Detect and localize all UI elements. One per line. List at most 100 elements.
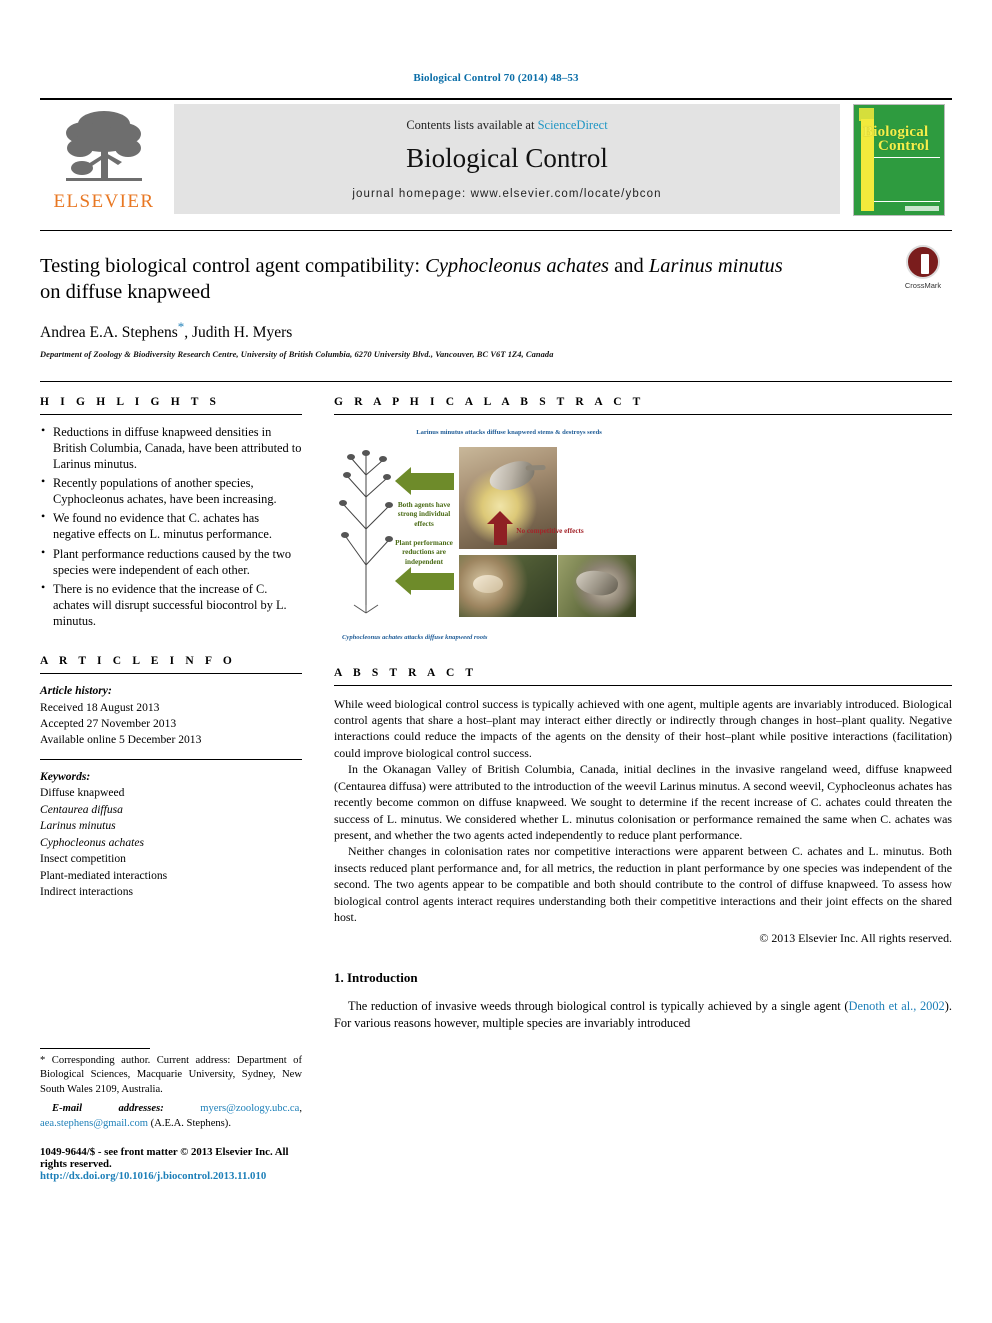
author-list: Andrea E.A. Stephens*, Judith H. Myers [40, 319, 952, 342]
graphical-abstract-rule [334, 413, 952, 415]
article-history: Article history: Received 18 August 2013… [40, 683, 302, 749]
journal-homepage-link[interactable]: journal homepage: www.elsevier.com/locat… [352, 188, 661, 200]
elsevier-wordmark: ELSEVIER [53, 191, 155, 212]
keyword-item: Plant-mediated interactions [40, 868, 168, 882]
journal-cover-image: Biological Control [853, 104, 945, 216]
keywords-block: Keywords: Diffuse knapweed Centaurea dif… [40, 769, 302, 901]
email-link-2[interactable]: aea.stephens@gmail.com [40, 1118, 148, 1129]
corresponding-author-note: * Corresponding author. Current address:… [40, 1054, 302, 1095]
list-item: We found no evidence that C. achates has… [40, 509, 302, 542]
figure-label-independent: Plant performance reductions are indepen… [395, 538, 453, 567]
keyword-item: Insect competition [40, 852, 126, 866]
author-first[interactable]: Andrea E.A. Stephens [40, 325, 178, 342]
article-page: Biological Control 70 (2014) 48–53 ELSEV… [0, 0, 992, 1323]
sciencedirect-link[interactable]: ScienceDirect [538, 118, 608, 132]
crossmark-badge[interactable]: CrossMark [894, 245, 952, 290]
crossmark-label: CrossMark [904, 281, 942, 290]
journal-title: Biological Control [406, 143, 608, 173]
arrow-no-competition [487, 510, 513, 545]
title-line2-pre: and [614, 255, 649, 277]
corresponding-author-footnote: * Corresponding author. Current address:… [40, 1054, 302, 1098]
title-species-2: Larinus minutus [648, 255, 783, 277]
page-footer-area: * Corresponding author. Current address:… [40, 970, 952, 1182]
article-body: H I G H L I G H T S Reductions in diffus… [40, 380, 952, 946]
elsevier-tree-icon [66, 111, 142, 181]
email-attribution: (A.E.A. Stephens). [148, 1117, 231, 1129]
weevil-adult-illustration [574, 567, 620, 598]
masthead-center: Contents lists available at ScienceDirec… [174, 104, 840, 214]
title-line2-post: on diffuse knapweed [40, 281, 211, 304]
title-species-1: Cyphocleonus achates [425, 255, 610, 277]
abstract-paragraph-3: Neither changes in colonisation rates no… [334, 844, 952, 925]
journal-cover-thumbnail: Biological Control [846, 100, 952, 220]
intro-text-pre: The reduction of invasive weeds through … [348, 998, 849, 1013]
issn-frontmatter-line: 1049-9644/$ - see front matter © 2013 El… [40, 1145, 289, 1170]
keyword-item: Cyphocleonus achates [40, 835, 144, 849]
elsevier-logo: ELSEVIER [40, 100, 168, 220]
cyphocleonus-adult-photo [558, 554, 636, 617]
author-second[interactable]: , Judith H. Myers [184, 325, 292, 342]
figure-caption-top: Larinus minutus attacks diffuse knapweed… [416, 428, 602, 436]
article-info-rule [40, 673, 302, 675]
article-available-online: Available online 5 December 2013 [40, 733, 202, 747]
keyword-item: Indirect interactions [40, 885, 134, 899]
article-history-label: Article history: [40, 684, 112, 698]
cover-rule-lower [874, 201, 940, 202]
abstract-paragraph-2: In the Okanagan Valley of British Columb… [334, 762, 952, 842]
list-item: Reductions in diffuse knapweed densities… [40, 423, 302, 472]
introduction-paragraph: The reduction of invasive weeds through … [334, 998, 952, 1033]
article-info-heading: A R T I C L E I N F O [40, 655, 236, 668]
citation-link[interactable]: Denoth et al., 2002 [849, 999, 945, 1013]
right-column: G R A P H I C A L A B S T R A C T Larinu… [318, 382, 952, 946]
email-addresses-label: E-mail addresses: [52, 1103, 164, 1115]
figure-label-individual-effects: Both agents have strong individual effec… [397, 500, 451, 529]
arrow-root-effect [395, 566, 454, 595]
keywords-label: Keywords: [40, 769, 91, 783]
keywords-rule [40, 758, 302, 760]
abstract-heading: A B S T R A C T [334, 666, 478, 679]
title-line1-pre: Testing biological control agent compati… [40, 255, 426, 277]
cover-footer-mark [905, 206, 939, 211]
abstract-paragraph-1: While weed biological control success is… [334, 696, 952, 760]
list-item: There is no evidence that the increase o… [40, 580, 302, 629]
keyword-item: Centaurea diffusa [40, 802, 123, 816]
cyphocleonus-larva-photo [459, 554, 557, 617]
article-received: Received 18 August 2013 [40, 700, 160, 714]
page-title: Testing biological control agent compati… [40, 253, 802, 305]
contents-prefix: Contents lists available at [406, 118, 538, 132]
footer-left: * Corresponding author. Current address:… [40, 970, 318, 1182]
left-column: H I G H L I G H T S Reductions in diffus… [40, 382, 318, 946]
abstract-rule [334, 684, 952, 686]
title-block: Testing biological control agent compati… [40, 230, 952, 359]
contents-available-line: Contents lists available at ScienceDirec… [406, 118, 607, 133]
author-affiliation: Department of Zoology & Biodiversity Res… [40, 349, 554, 359]
figure-label-no-competition: No competitive effects [516, 526, 584, 535]
cover-rule-upper [874, 157, 940, 158]
keyword-item: Larinus minutus [40, 819, 116, 833]
abstract-text: While weed biological control success is… [334, 696, 952, 926]
arrow-seed-effect [395, 466, 454, 495]
grub-illustration [473, 574, 503, 593]
email-separator: , [299, 1103, 302, 1115]
graphical-abstract-figure: Larinus minutus attacks diffuse knapweed… [334, 426, 952, 645]
figure-caption-bottom: Cyphocleonus achates attacks diffuse kna… [342, 633, 488, 641]
email-footnote: E-mail addresses: myers@zoology.ubc.ca, … [40, 1102, 302, 1131]
journal-masthead: ELSEVIER Contents lists available at Sci… [40, 98, 952, 220]
doi-link[interactable]: http://dx.doi.org/10.1016/j.biocontrol.2… [40, 1170, 302, 1182]
highlights-list: Reductions in diffuse knapweed densities… [40, 423, 302, 630]
article-accepted: Accepted 27 November 2013 [40, 717, 177, 731]
email-link-1[interactable]: myers@zoology.ubc.ca [200, 1103, 299, 1114]
introduction-heading: 1. Introduction [334, 969, 418, 985]
running-head: Biological Control 70 (2014) 48–53 [413, 72, 579, 84]
list-item: Plant performance reductions caused by t… [40, 544, 302, 578]
knapweed-plant-illustration [339, 449, 393, 614]
footer-right: 1. Introduction The reduction of invasiv… [318, 970, 952, 1182]
keyword-item: Diffuse knapweed [40, 786, 125, 800]
crossmark-icon [906, 245, 940, 279]
graphical-abstract-heading: G R A P H I C A L A B S T R A C T [334, 395, 645, 408]
list-item: Recently populations of another species,… [40, 474, 302, 507]
highlights-rule [40, 413, 302, 415]
weevil-illustration [486, 456, 538, 496]
highlights-heading: H I G H L I G H T S [40, 395, 221, 408]
abstract-copyright: © 2013 Elsevier Inc. All rights reserved… [759, 930, 952, 945]
